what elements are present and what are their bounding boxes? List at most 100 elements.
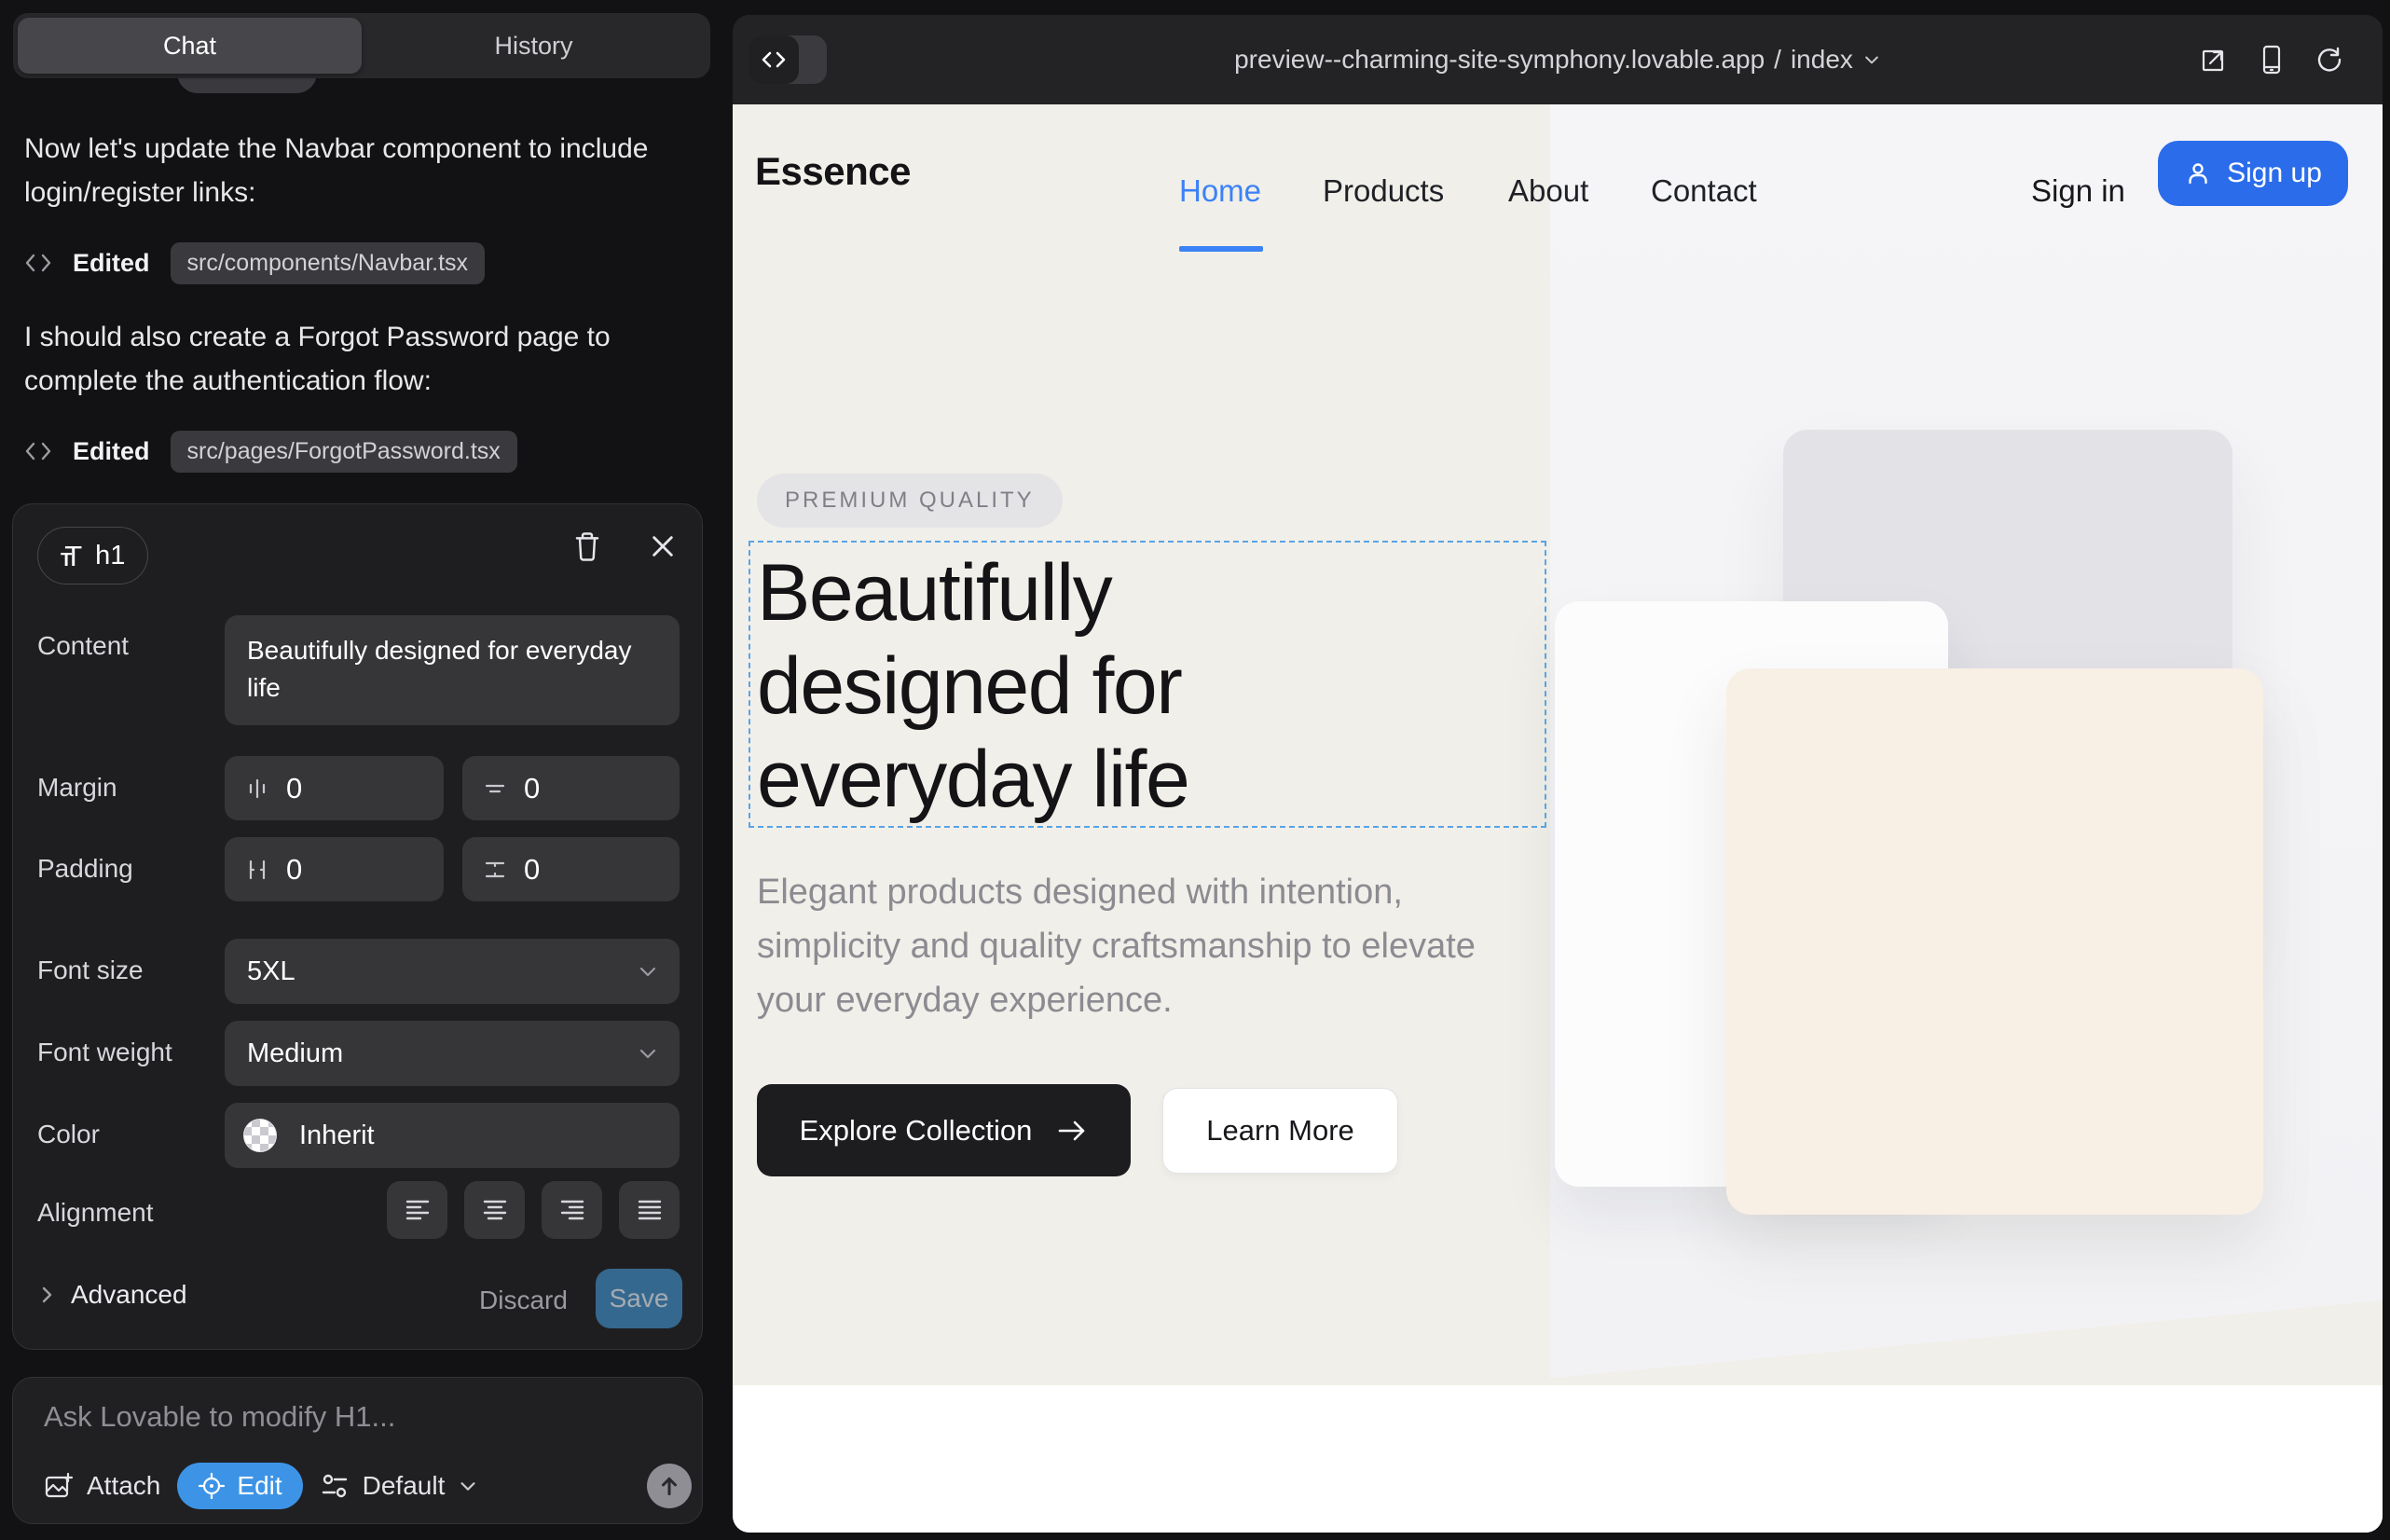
- person-icon: [2184, 159, 2212, 187]
- advanced-label: Advanced: [71, 1280, 187, 1310]
- align-center-button[interactable]: [464, 1181, 525, 1239]
- preview-window: preview--charming-site-symphony.lovable.…: [733, 15, 2383, 1533]
- learn-more-button[interactable]: Learn More: [1162, 1088, 1398, 1174]
- nav-link-home[interactable]: Home: [1179, 173, 1261, 209]
- crosshair-icon: [198, 1472, 226, 1500]
- padding-y-value: 0: [524, 853, 540, 887]
- sliders-icon: [320, 1472, 350, 1500]
- mobile-view-button[interactable]: [2260, 45, 2284, 75]
- transparent-swatch-icon: [243, 1119, 277, 1152]
- delete-element-button[interactable]: [571, 530, 603, 562]
- sign-in-link[interactable]: Sign in: [2031, 173, 2125, 209]
- composer-toolbar: Attach Edit Default: [44, 1462, 478, 1510]
- padding-x-input[interactable]: 0: [225, 837, 444, 901]
- align-justify-button[interactable]: [619, 1181, 680, 1239]
- edited-file-badge[interactable]: src/pages/ForgotPassword.tsx: [171, 431, 517, 473]
- refresh-icon: [2315, 46, 2343, 74]
- hero-heading[interactable]: Beautifully designed for everyday life: [757, 546, 1335, 826]
- margin-horizontal-icon: [245, 777, 269, 801]
- font-weight-value: Medium: [247, 1038, 343, 1069]
- arrow-up-icon: [657, 1474, 681, 1498]
- align-left-button[interactable]: [387, 1181, 447, 1239]
- edited-file-badge[interactable]: src/components/Navbar.tsx: [171, 242, 486, 284]
- margin-y-input[interactable]: 0: [462, 756, 680, 820]
- nav-link-about[interactable]: About: [1508, 173, 1588, 209]
- edited-file-row: Edited src/pages/ForgotPassword.tsx: [24, 429, 517, 474]
- element-tag: h1: [95, 541, 125, 571]
- explore-collection-label: Explore Collection: [800, 1114, 1033, 1148]
- site-preview: Essence Home Products About Contact Sign…: [733, 104, 2383, 1533]
- padding-y-input[interactable]: 0: [462, 837, 680, 901]
- save-button[interactable]: Save: [596, 1269, 682, 1328]
- url-bar[interactable]: preview--charming-site-symphony.lovable.…: [733, 15, 2383, 104]
- tab-chat[interactable]: Chat: [18, 18, 362, 74]
- align-center-icon: [481, 1198, 509, 1222]
- close-panel-button[interactable]: [647, 530, 679, 562]
- align-right-button[interactable]: [542, 1181, 602, 1239]
- margin-x-value: 0: [286, 772, 302, 805]
- margin-y-value: 0: [524, 772, 540, 805]
- url-separator: /: [1774, 45, 1781, 75]
- edit-mode-button[interactable]: Edit: [177, 1463, 302, 1509]
- open-external-button[interactable]: [2200, 46, 2228, 74]
- mode-select[interactable]: Default: [320, 1471, 479, 1501]
- advanced-toggle[interactable]: Advanced: [37, 1280, 187, 1310]
- attach-label: Attach: [87, 1471, 160, 1501]
- explore-collection-button[interactable]: Explore Collection: [757, 1084, 1131, 1176]
- color-label: Color: [37, 1120, 100, 1149]
- font-weight-label: Font weight: [37, 1038, 172, 1067]
- edited-file-row: Edited src/components/Navbar.tsx: [24, 241, 485, 285]
- nav-link-products[interactable]: Products: [1323, 173, 1444, 209]
- code-icon: [24, 440, 52, 462]
- url-host: preview--charming-site-symphony.lovable.…: [1234, 45, 1765, 75]
- content-label: Content: [37, 631, 129, 661]
- send-button[interactable]: [647, 1464, 692, 1508]
- site-logo[interactable]: Essence: [755, 149, 911, 194]
- align-justify-icon: [636, 1198, 664, 1222]
- color-value: Inherit: [299, 1121, 375, 1151]
- nav-home-underline: [1179, 246, 1263, 252]
- discard-button[interactable]: Discard: [479, 1286, 568, 1315]
- text-size-icon: TT: [61, 542, 82, 571]
- sign-up-button[interactable]: Sign up: [2158, 141, 2348, 206]
- attach-image-icon: [44, 1471, 74, 1501]
- trash-icon: [573, 531, 601, 561]
- browser-actions: [2200, 15, 2343, 104]
- chat-message: Now let's update the Navbar component to…: [24, 127, 688, 214]
- smartphone-icon: [2260, 45, 2284, 75]
- content-input[interactable]: Beautifully designed for everyday life: [225, 615, 680, 725]
- edited-label: Edited: [73, 437, 150, 466]
- section-below-hero: [733, 1385, 2383, 1533]
- padding-x-value: 0: [286, 853, 302, 887]
- arrow-right-icon: [1056, 1118, 1088, 1144]
- align-left-icon: [404, 1198, 432, 1222]
- hero-paragraph: Elegant products designed with intention…: [757, 865, 1521, 1027]
- refresh-button[interactable]: [2315, 46, 2343, 74]
- attach-button[interactable]: Attach: [44, 1471, 160, 1501]
- edit-label: Edit: [237, 1471, 282, 1501]
- font-size-select[interactable]: 5XL: [225, 939, 680, 1004]
- font-size-value: 5XL: [247, 956, 295, 987]
- code-icon: [24, 252, 52, 274]
- font-weight-select[interactable]: Medium: [225, 1021, 680, 1086]
- color-select[interactable]: Inherit: [225, 1103, 680, 1168]
- composer-input[interactable]: Ask Lovable to modify H1...: [44, 1400, 395, 1434]
- url-page: index: [1791, 45, 1853, 75]
- chevron-down-icon: [637, 960, 659, 983]
- align-right-icon: [558, 1198, 586, 1222]
- sign-up-label: Sign up: [2227, 158, 2322, 189]
- chevron-down-icon: [1862, 50, 1881, 69]
- tab-history[interactable]: History: [362, 18, 706, 74]
- chat-message: I should also create a Forgot Password p…: [24, 315, 688, 403]
- padding-label: Padding: [37, 854, 133, 884]
- content-value: Beautifully designed for everyday life: [247, 632, 657, 707]
- padding-horizontal-icon: [245, 858, 269, 882]
- external-link-icon: [2200, 46, 2228, 74]
- nav-link-contact[interactable]: Contact: [1651, 173, 1757, 209]
- margin-x-input[interactable]: 0: [225, 756, 444, 820]
- lovable-app: Chat History Now let's update the Navbar…: [0, 0, 2390, 1540]
- selected-element-chip: TT h1: [37, 527, 148, 584]
- chat-sidebar: Chat History Now let's update the Navbar…: [0, 0, 725, 1540]
- margin-vertical-icon: [483, 777, 507, 801]
- chat-composer: Ask Lovable to modify H1... Attach Edit …: [12, 1377, 703, 1524]
